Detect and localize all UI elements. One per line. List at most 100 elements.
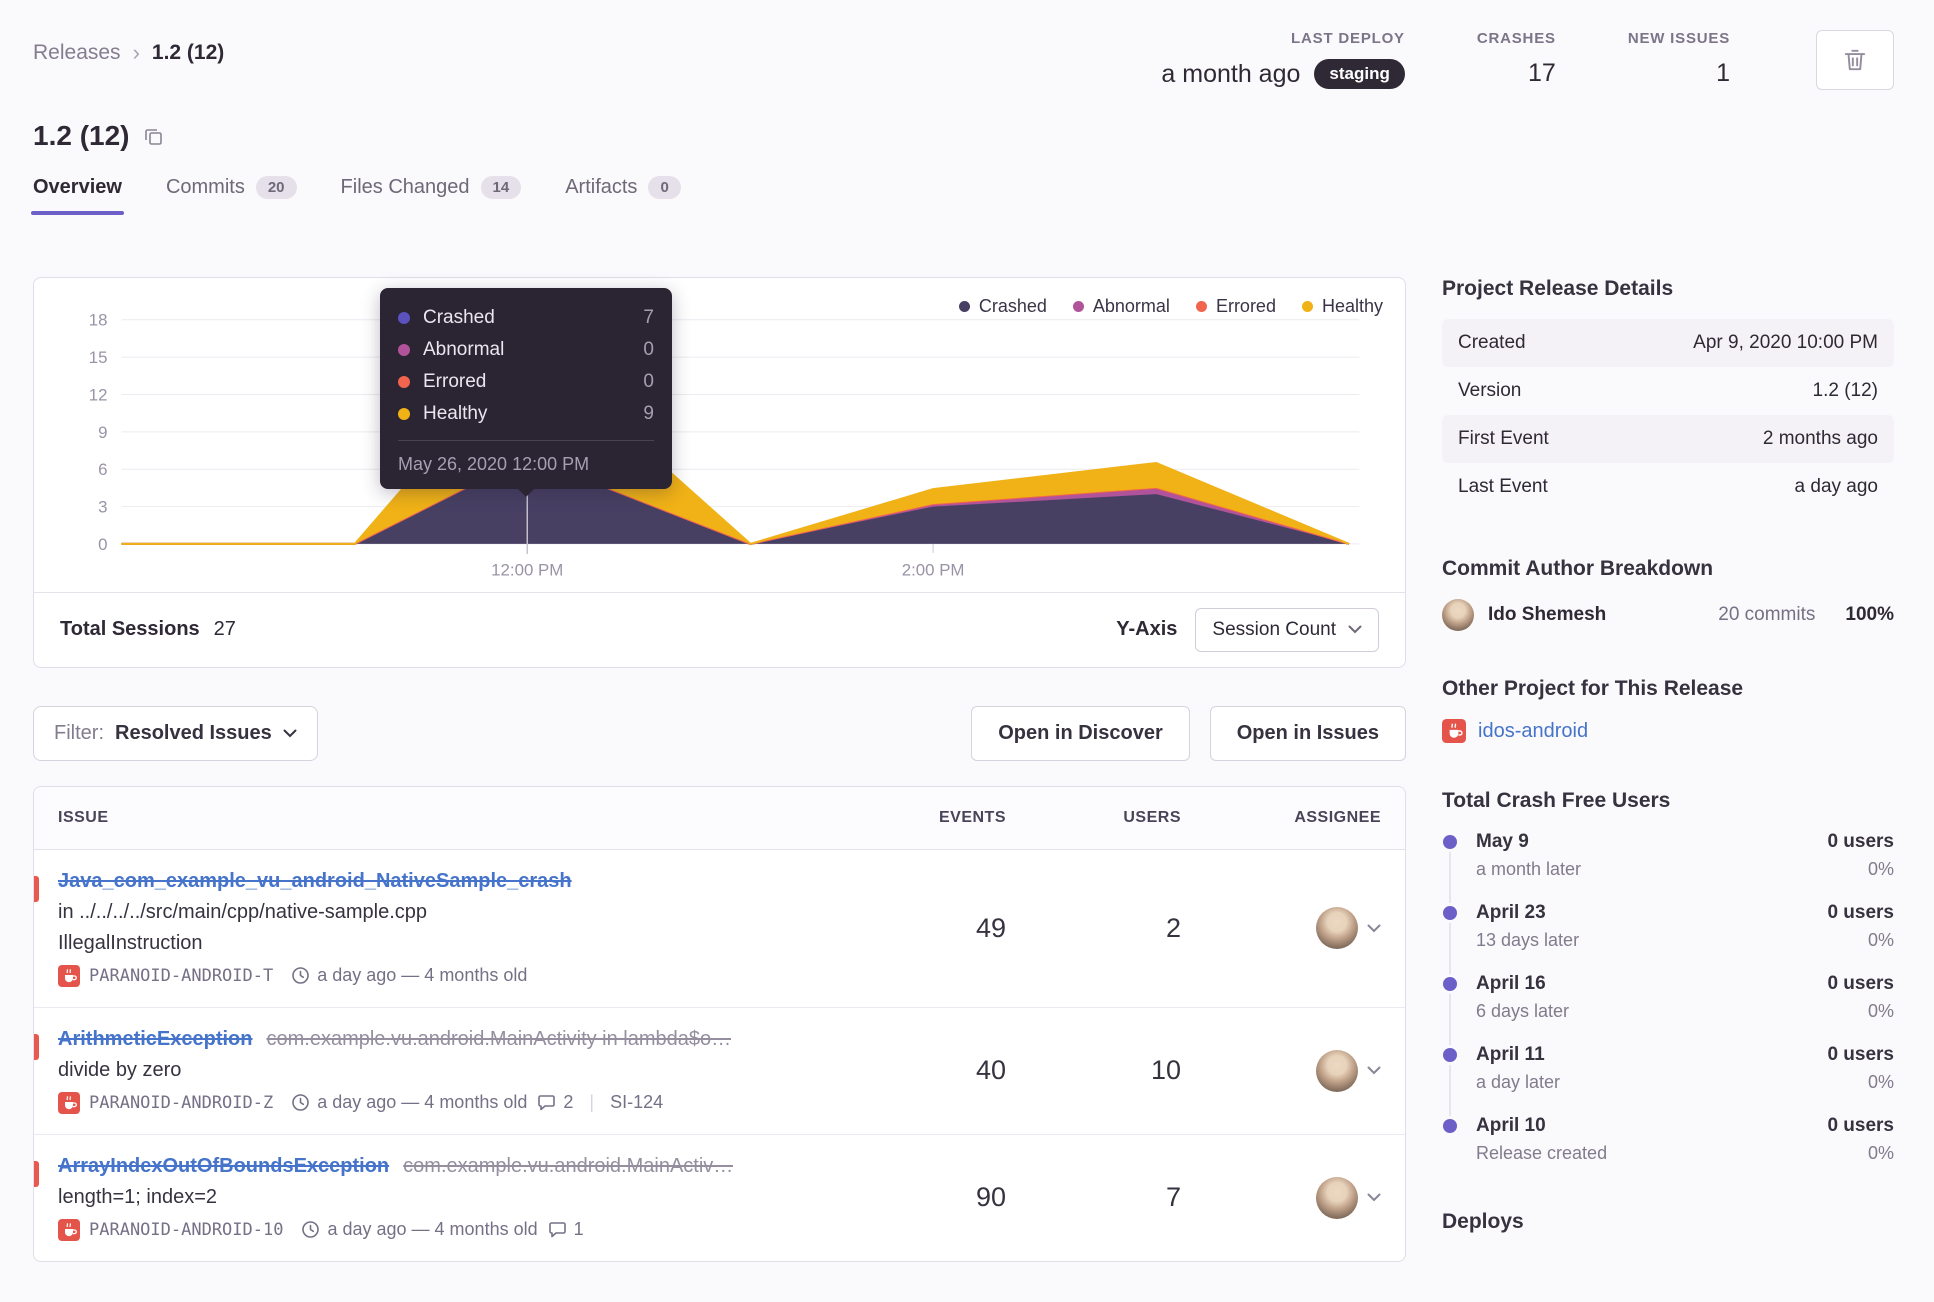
copy-version-icon[interactable] [144, 127, 163, 146]
other-projects-heading: Other Project for This Release [1442, 677, 1744, 700]
release-stats: LAST DEPLOY a month ago staging CRASHES … [1161, 30, 1894, 90]
release-details-heading: Project Release Details [1442, 277, 1674, 300]
crashed-dot-icon [958, 301, 970, 312]
other-project-link[interactable]: idos-android [1478, 720, 1588, 743]
project-badge[interactable]: PARANOID-ANDROID-Z [58, 1091, 273, 1114]
other-project-row: idos-android [1442, 719, 1894, 743]
breadcrumb-releases-link[interactable]: Releases [33, 41, 121, 65]
issue-title-link[interactable]: ArrayIndexOutOfBoundsException [58, 1155, 389, 1178]
timeline-sublabel: 6 days later [1476, 1001, 1570, 1021]
chevron-down-icon [1348, 625, 1362, 634]
tooltip-abnormal-value: 0 [643, 339, 654, 360]
tooltip-row-healthy: Healthy 9 [398, 398, 654, 430]
issue-row: ArithmeticException com.example.vu.andro… [34, 1008, 1405, 1135]
issue-age-text: a day ago — 4 months old [317, 965, 528, 986]
crash-free-section: Total Crash Free Users May 9 0 users a m… [1442, 789, 1894, 1164]
detail-row-created: Created Apr 9, 2020 10:00 PM [1442, 319, 1894, 367]
timeline-dot-icon [1443, 1119, 1457, 1133]
breadcrumb-current: 1.2 (12) [151, 41, 225, 64]
tab-files-changed[interactable]: Files Changed 14 [341, 176, 522, 215]
open-in-issues-button[interactable]: Open in Issues [1209, 705, 1406, 761]
legend-item-errored[interactable]: Errored [1195, 296, 1276, 317]
crash-free-timeline: May 9 0 users a month later 0% April 23 … [1442, 831, 1894, 1164]
other-projects-section: Other Project for This Release idos-andr… [1442, 677, 1894, 743]
legend-item-abnormal[interactable]: Abnormal [1072, 296, 1170, 317]
commit-author-row: Ido Shemesh 20 commits 100% [1442, 599, 1894, 631]
timeline-date: April 16 [1476, 973, 1546, 994]
issues-table: ISSUE EVENTS USERS ASSIGNEE Java_com_exa… [33, 785, 1406, 1262]
tooltip-healthy-value: 9 [643, 403, 654, 424]
assignee-avatar[interactable] [1316, 1176, 1358, 1219]
main-column: Crashed Abnormal Errored Healthy 0 3 6 9… [33, 277, 1406, 1262]
issue-age: a day ago — 4 months old [291, 965, 527, 986]
tab-artifacts[interactable]: Artifacts 0 [565, 176, 681, 215]
svg-text:12:00 PM: 12:00 PM [491, 561, 563, 580]
timeline-users: 0 users [1827, 831, 1894, 852]
detail-value: a day ago [1794, 476, 1878, 497]
unhandled-marker-icon [34, 875, 39, 902]
legend-item-crashed[interactable]: Crashed [958, 296, 1047, 317]
filter-label: Filter: [54, 721, 104, 744]
chevron-down-icon[interactable] [1367, 1193, 1381, 1202]
new-issues-label: NEW ISSUES [1627, 30, 1730, 47]
issues-filter-dropdown[interactable]: Filter: Resolved Issues [33, 705, 318, 761]
deploys-heading: Deploys [1442, 1210, 1524, 1233]
chevron-down-icon[interactable] [1367, 924, 1381, 933]
java-platform-icon [58, 964, 80, 987]
stat-crashes: CRASHES 17 [1477, 30, 1556, 88]
breadcrumb: Releases › 1.2 (12) [33, 30, 224, 66]
timeline-entry: April 16 0 users 6 days later 0% [1442, 973, 1894, 1022]
meta-divider: | [589, 1092, 595, 1113]
assignee-avatar[interactable] [1316, 1049, 1358, 1092]
open-in-discover-button[interactable]: Open in Discover [971, 705, 1190, 761]
issue-age-text: a day ago — 4 months old [317, 1092, 528, 1113]
project-badge[interactable]: PARANOID-ANDROID-10 [58, 1218, 283, 1241]
detail-row-version: Version 1.2 (12) [1442, 367, 1894, 415]
legend-item-healthy[interactable]: Healthy [1301, 296, 1383, 317]
total-sessions-value: 27 [213, 618, 236, 641]
errored-dot-icon [398, 376, 410, 388]
crashed-dot-icon [398, 312, 410, 324]
assignee-avatar[interactable] [1316, 907, 1358, 950]
issue-title-link[interactable]: Java_com_example_vu_android_NativeSample… [58, 870, 572, 893]
release-overview-page: Releases › 1.2 (12) LAST DEPLOY a month … [0, 0, 1934, 1280]
issue-message: IllegalInstruction [58, 931, 203, 954]
top-bar: Releases › 1.2 (12) LAST DEPLOY a month … [33, 30, 1894, 90]
tab-overview-label: Overview [33, 176, 122, 198]
tooltip-crashed-label: Crashed [423, 307, 495, 328]
timeline-percent: 0% [1867, 859, 1894, 879]
yaxis-select[interactable]: Session Count [1195, 607, 1379, 652]
detail-label: First Event [1458, 428, 1549, 449]
tab-commits[interactable]: Commits 20 [166, 176, 297, 215]
clock-icon [291, 1093, 310, 1112]
issue-users-count: 2 [1165, 912, 1181, 943]
detail-label: Version [1458, 380, 1522, 401]
filter-selected-value: Resolved Issues [115, 721, 272, 744]
comment-count[interactable]: 1 [548, 1219, 584, 1240]
tooltip-timestamp: May 26, 2020 12:00 PM [398, 440, 654, 475]
title-row: 1.2 (12) [33, 120, 1894, 152]
tooltip-row-abnormal: Abnormal 0 [398, 334, 654, 366]
issue-message: length=1; index=2 [58, 1185, 218, 1208]
timeline-percent: 0% [1867, 1143, 1894, 1163]
timeline-date: April 10 [1476, 1115, 1546, 1136]
chart-legend: Crashed Abnormal Errored Healthy [958, 296, 1383, 317]
timeline-users: 0 users [1827, 1115, 1894, 1136]
issue-title-link[interactable]: ArithmeticException [58, 1028, 252, 1051]
issue-events-count: 90 [975, 1182, 1006, 1213]
issue-row: Java_com_example_vu_android_NativeSample… [34, 850, 1405, 1008]
sessions-area-chart[interactable]: 0 3 6 9 12 15 18 12:00 PM 2:00 PM [50, 292, 1389, 590]
issue-annotation-link[interactable]: SI-124 [610, 1092, 663, 1113]
stat-last-deploy: LAST DEPLOY a month ago staging [1161, 30, 1405, 89]
project-badge[interactable]: PARANOID-ANDROID-T [58, 964, 273, 987]
svg-text:12: 12 [89, 385, 108, 404]
detail-label: Last Event [1458, 476, 1548, 497]
chevron-down-icon[interactable] [1367, 1066, 1381, 1075]
delete-release-button[interactable] [1816, 30, 1894, 90]
timeline-percent: 0% [1867, 1072, 1894, 1092]
tab-files-changed-label: Files Changed [340, 176, 470, 198]
tab-overview[interactable]: Overview [31, 176, 124, 215]
timeline-dot-icon [1443, 977, 1457, 991]
timeline-dot-icon [1443, 1048, 1457, 1062]
comment-count[interactable]: 2 [537, 1092, 573, 1113]
